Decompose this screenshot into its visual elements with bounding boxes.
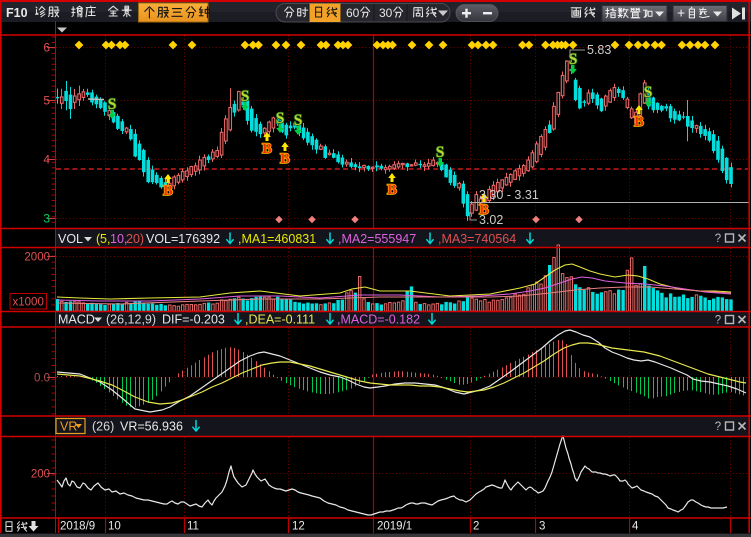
svg-text:20): 20): [126, 232, 144, 246]
svg-text:VR=56.936: VR=56.936: [120, 420, 183, 434]
svg-text:2: 2: [473, 521, 479, 533]
svg-text:B: B: [163, 183, 173, 199]
svg-text:+: +: [677, 5, 685, 21]
svg-text:VOL: VOL: [58, 232, 83, 246]
svg-text:2000: 2000: [24, 252, 50, 264]
svg-text:MACD: MACD: [58, 313, 95, 327]
svg-text:10: 10: [108, 521, 121, 533]
svg-text:,MA1=460831: ,MA1=460831: [238, 232, 316, 246]
svg-text:,MA2=555947: ,MA2=555947: [338, 232, 416, 246]
svg-text:200: 200: [31, 469, 50, 481]
svg-text:5.83: 5.83: [587, 43, 611, 57]
svg-text:x1000: x1000: [13, 297, 44, 309]
svg-text:3.02: 3.02: [479, 213, 503, 227]
svg-text:10,: 10,: [110, 232, 127, 246]
svg-text:11: 11: [187, 521, 199, 533]
svg-text:B: B: [387, 182, 397, 198]
svg-text:60: 60: [346, 6, 360, 20]
svg-text:B: B: [280, 151, 290, 167]
svg-text:3: 3: [43, 212, 50, 226]
svg-text:(26,12,9): (26,12,9): [106, 313, 156, 327]
svg-text:2018/9: 2018/9: [60, 521, 95, 533]
svg-text:4: 4: [632, 521, 639, 533]
svg-text:B: B: [634, 114, 644, 130]
svg-text:30: 30: [379, 6, 393, 20]
svg-text:5: 5: [43, 94, 50, 108]
svg-text:5,: 5,: [100, 232, 110, 246]
svg-text:DIF=-0.203: DIF=-0.203: [162, 313, 225, 327]
svg-text:,MA3=740564: ,MA3=740564: [438, 232, 516, 246]
svg-text:VR: VR: [60, 420, 77, 434]
svg-text:6: 6: [43, 41, 50, 55]
svg-text:?: ?: [715, 233, 721, 245]
svg-text:B: B: [262, 141, 272, 157]
svg-text:VOL=176392: VOL=176392: [146, 232, 220, 246]
svg-text:,MACD=-0.182: ,MACD=-0.182: [337, 313, 420, 327]
svg-text:(26): (26): [92, 420, 114, 434]
svg-text:,DEA=-0.111: ,DEA=-0.111: [245, 313, 315, 327]
svg-text:F10: F10: [6, 6, 28, 20]
svg-text:3: 3: [539, 521, 545, 533]
svg-text:2019/1: 2019/1: [377, 521, 412, 533]
svg-text:12: 12: [292, 521, 305, 533]
svg-text:?: ?: [715, 315, 721, 327]
svg-text:0.0: 0.0: [34, 373, 50, 385]
svg-text:4: 4: [43, 153, 50, 167]
svg-text:3.30 - 3.31: 3.30 - 3.31: [479, 188, 539, 202]
svg-text:?: ?: [715, 421, 721, 433]
